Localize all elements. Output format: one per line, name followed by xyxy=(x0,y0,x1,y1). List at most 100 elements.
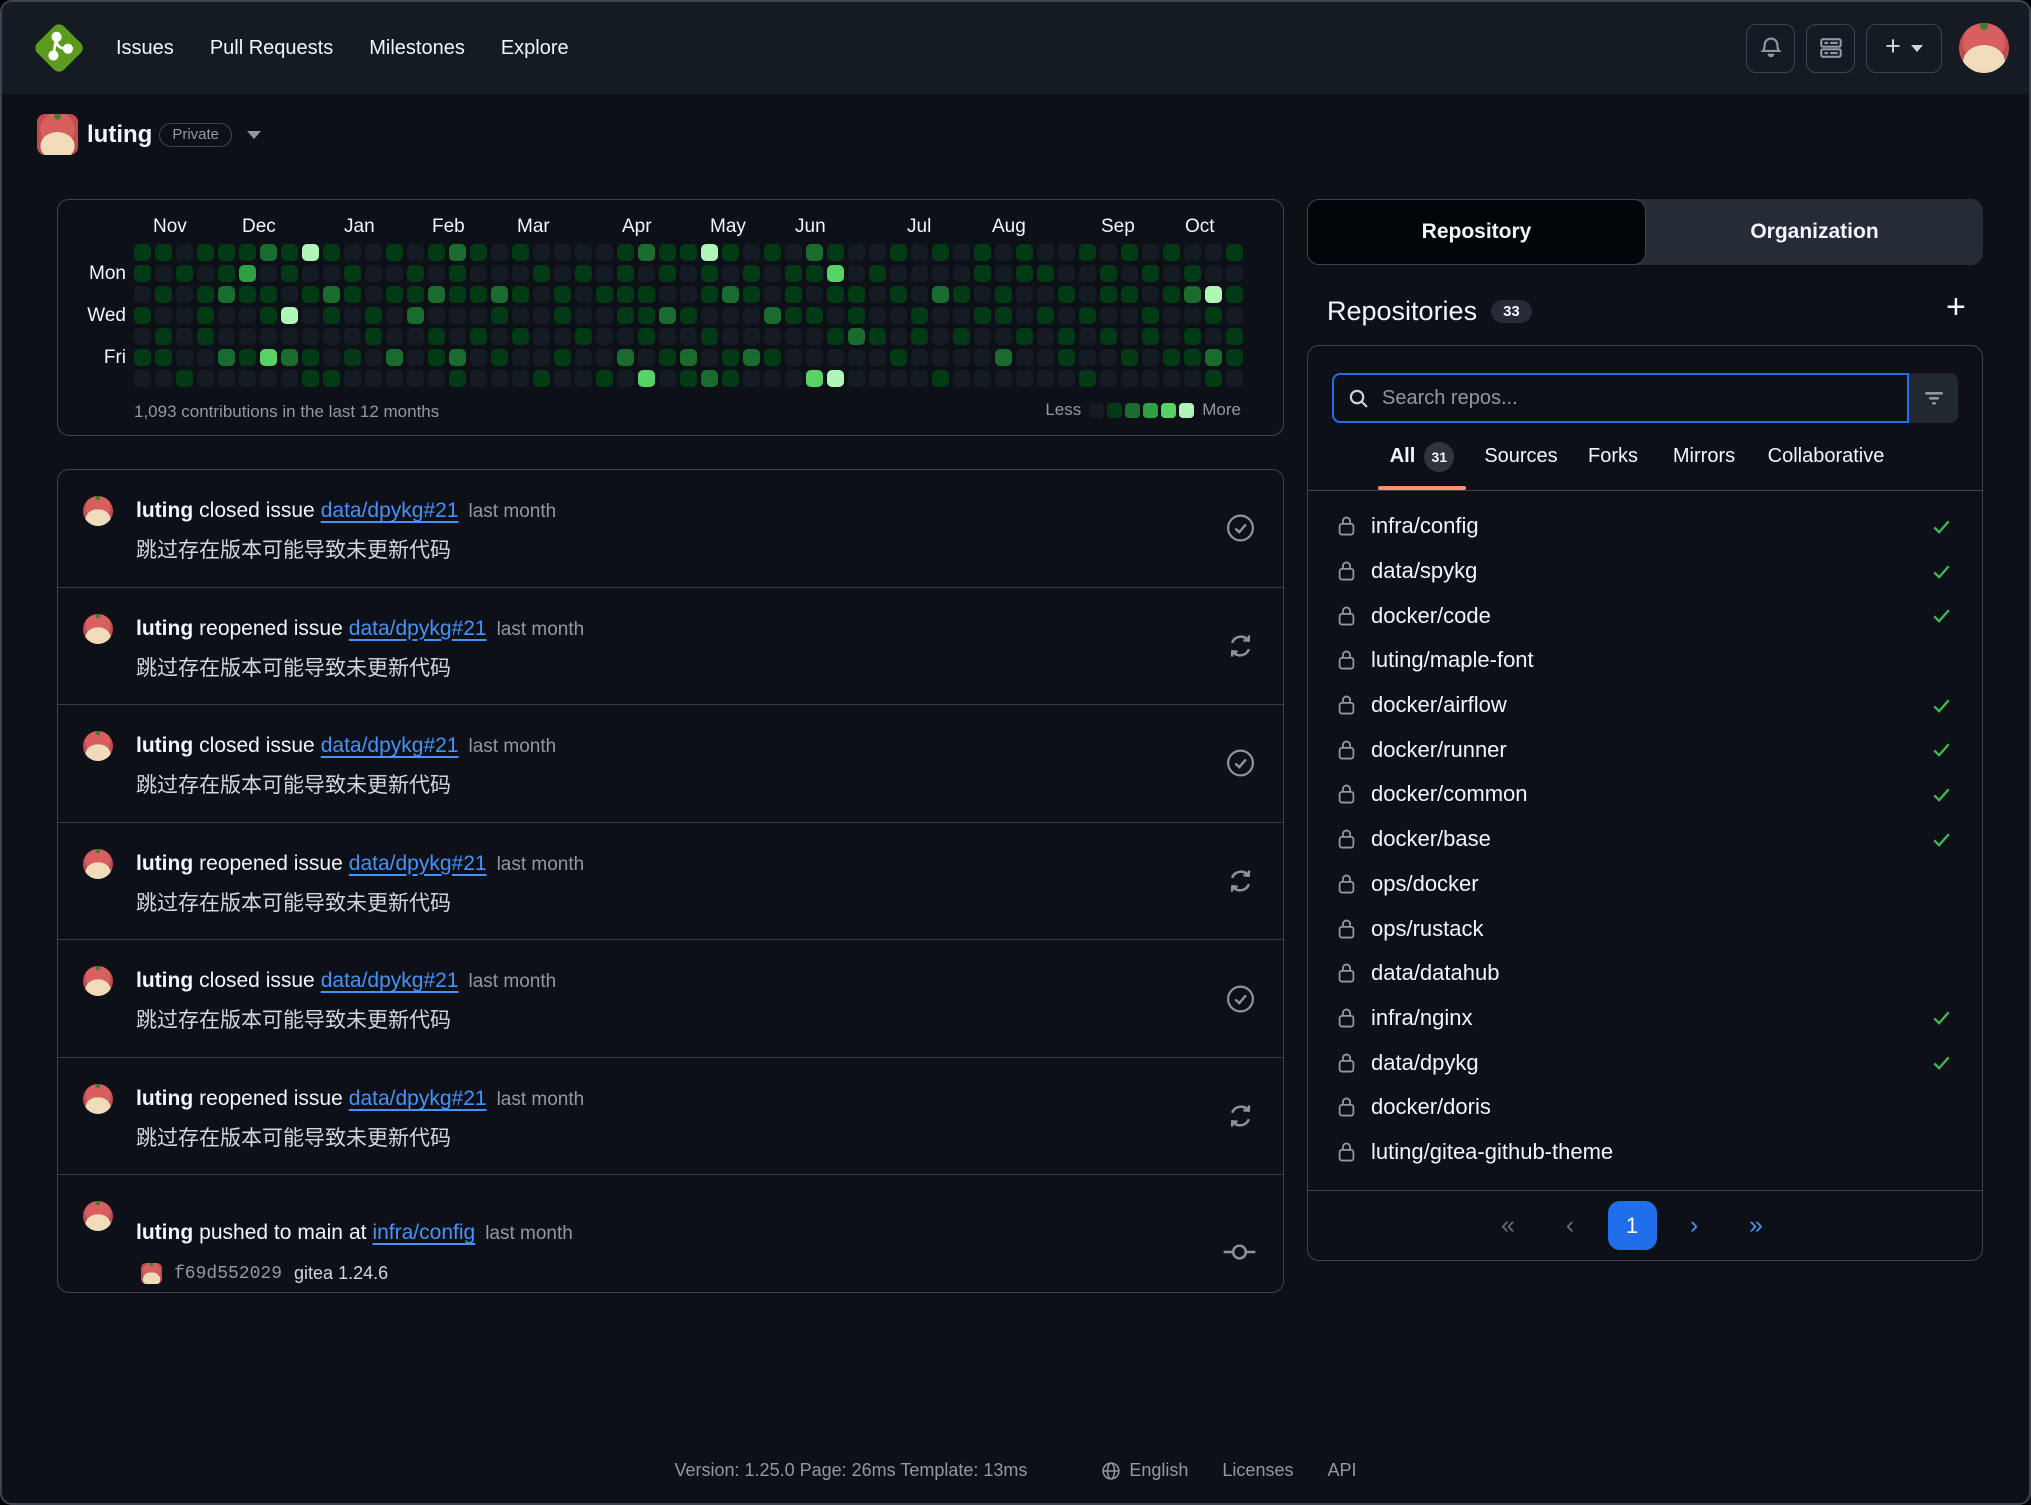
admin-panel-button[interactable] xyxy=(1806,24,1855,73)
footer-language[interactable]: English xyxy=(1101,1460,1188,1481)
profile-username[interactable]: luting xyxy=(87,121,152,149)
nav-link-pull-requests[interactable]: Pull Requests xyxy=(210,37,333,60)
nav-link-explore[interactable]: Explore xyxy=(501,37,569,60)
repo-row[interactable]: docker/runner xyxy=(1308,727,1982,772)
filter-tab-all[interactable]: All 31 xyxy=(1378,433,1466,480)
repo-filter-button[interactable] xyxy=(1909,373,1958,423)
feed-avatar[interactable] xyxy=(83,496,113,526)
user-avatar[interactable] xyxy=(1959,23,2009,73)
activity-feed-card: lutingclosed issuedata/dpykg#21last mont… xyxy=(57,469,1284,1293)
feed-user[interactable]: luting xyxy=(136,499,193,522)
feed-avatar[interactable] xyxy=(83,1084,113,1114)
create-new-button[interactable]: + xyxy=(1866,24,1942,73)
nav-link-milestones[interactable]: Milestones xyxy=(369,37,465,60)
feed-avatar[interactable] xyxy=(83,731,113,761)
repo-row[interactable]: data/spykg xyxy=(1308,549,1982,594)
feed-repo-link[interactable]: data/dpykg#21 xyxy=(321,969,459,992)
heatmap-cell xyxy=(1121,349,1138,366)
feed-user[interactable]: luting xyxy=(136,734,193,757)
feed-avatar[interactable] xyxy=(83,849,113,879)
repo-row[interactable]: data/datahub xyxy=(1308,951,1982,996)
repo-name[interactable]: infra/nginx xyxy=(1371,1005,1473,1031)
feed-user[interactable]: luting xyxy=(136,1221,193,1244)
heatmap-cell xyxy=(1058,307,1075,324)
repo-row[interactable]: luting/maple-font xyxy=(1308,638,1982,683)
feed-avatar[interactable] xyxy=(83,1201,113,1231)
repo-row[interactable]: docker/base xyxy=(1308,817,1982,862)
panel-tab-repository[interactable]: Repository xyxy=(1307,199,1646,265)
feed-user[interactable]: luting xyxy=(136,852,193,875)
feed-avatar[interactable] xyxy=(83,966,113,996)
pagination-next[interactable]: › xyxy=(1670,1201,1719,1250)
lock-icon xyxy=(1337,961,1356,985)
heatmap-cell xyxy=(806,286,823,303)
profile-avatar[interactable] xyxy=(37,114,78,155)
repo-row[interactable]: infra/config xyxy=(1308,504,1982,549)
repo-name[interactable]: luting/gitea-github-theme xyxy=(1371,1139,1613,1165)
gitea-logo-icon[interactable] xyxy=(30,19,88,77)
filter-tab-mirrors[interactable]: Mirrors xyxy=(1673,445,1735,468)
feed-repo-link[interactable]: data/dpykg#21 xyxy=(349,617,487,640)
nav-link-issues[interactable]: Issues xyxy=(116,37,174,60)
repo-row[interactable]: data/dpykg xyxy=(1308,1040,1982,1085)
repo-name[interactable]: data/spykg xyxy=(1371,558,1477,584)
repo-name[interactable]: docker/runner xyxy=(1371,737,1507,763)
feed-repo-link[interactable]: data/dpykg#21 xyxy=(349,852,487,875)
filter-tab-collaborative[interactable]: Collaborative xyxy=(1768,445,1885,468)
pagination-last[interactable]: » xyxy=(1732,1201,1781,1250)
repo-name[interactable]: data/dpykg xyxy=(1371,1050,1479,1076)
repo-row[interactable]: docker/common xyxy=(1308,772,1982,817)
heatmap-cell xyxy=(995,286,1012,303)
heatmap-cell xyxy=(659,307,676,324)
repo-search-input[interactable]: Search repos... xyxy=(1332,373,1909,423)
repo-row[interactable]: docker/airflow xyxy=(1308,683,1982,728)
pagination-prev[interactable]: ‹ xyxy=(1546,1201,1595,1250)
repo-name[interactable]: docker/common xyxy=(1371,781,1528,807)
repo-name[interactable]: docker/doris xyxy=(1371,1094,1491,1120)
commit-hash[interactable]: f69d552029 xyxy=(174,1264,282,1284)
heatmap-cell xyxy=(1163,244,1180,261)
heatmap-cell xyxy=(953,328,970,345)
heatmap-cell xyxy=(1184,370,1201,387)
repo-name[interactable]: infra/config xyxy=(1371,513,1479,539)
filter-tab-sources[interactable]: Sources xyxy=(1484,445,1557,468)
heatmap-cell xyxy=(953,265,970,282)
repo-row[interactable]: ops/docker xyxy=(1308,862,1982,907)
lock-icon xyxy=(1337,1006,1356,1030)
repo-row[interactable]: docker/code xyxy=(1308,593,1982,638)
feed-user[interactable]: luting xyxy=(136,969,193,992)
pagination-first[interactable]: « xyxy=(1484,1201,1533,1250)
repo-name[interactable]: docker/base xyxy=(1371,826,1491,852)
feed-repo-link[interactable]: infra/config xyxy=(372,1221,475,1244)
repo-name[interactable]: data/datahub xyxy=(1371,960,1499,986)
heatmap-cell xyxy=(323,307,340,324)
feed-user[interactable]: luting xyxy=(136,1087,193,1110)
feed-repo-link[interactable]: data/dpykg#21 xyxy=(349,1087,487,1110)
repo-row[interactable]: docker/doris xyxy=(1308,1085,1982,1130)
heatmap-cell xyxy=(533,349,550,366)
repo-name[interactable]: ops/docker xyxy=(1371,871,1479,897)
repo-name[interactable]: luting/maple-font xyxy=(1371,647,1534,673)
repo-name[interactable]: docker/code xyxy=(1371,603,1491,629)
feed-user[interactable]: luting xyxy=(136,617,193,640)
panel-tab-organization[interactable]: Organization xyxy=(1646,199,1983,265)
repo-name[interactable]: ops/rustack xyxy=(1371,916,1484,942)
footer-api[interactable]: API xyxy=(1327,1460,1356,1481)
footer-licenses[interactable]: Licenses xyxy=(1222,1460,1293,1481)
repo-name[interactable]: docker/airflow xyxy=(1371,692,1507,718)
pagination-current[interactable]: 1 xyxy=(1608,1201,1657,1250)
heatmap-cell xyxy=(659,349,676,366)
repo-row[interactable]: ops/rustack xyxy=(1308,906,1982,951)
feed-avatar[interactable] xyxy=(83,614,113,644)
heatmap-cell xyxy=(638,370,655,387)
feed-repo-link[interactable]: data/dpykg#21 xyxy=(321,734,459,757)
profile-chevron-down-icon[interactable] xyxy=(247,131,261,139)
heatmap-cell xyxy=(1079,286,1096,303)
repo-row[interactable]: infra/nginx xyxy=(1308,996,1982,1041)
heatmap-cell xyxy=(869,244,886,261)
feed-repo-link[interactable]: data/dpykg#21 xyxy=(321,499,459,522)
repo-row[interactable]: luting/gitea-github-theme xyxy=(1308,1130,1982,1175)
filter-tab-forks[interactable]: Forks xyxy=(1588,445,1638,468)
add-repository-button[interactable]: + xyxy=(1946,290,1966,324)
notifications-button[interactable] xyxy=(1746,24,1795,73)
